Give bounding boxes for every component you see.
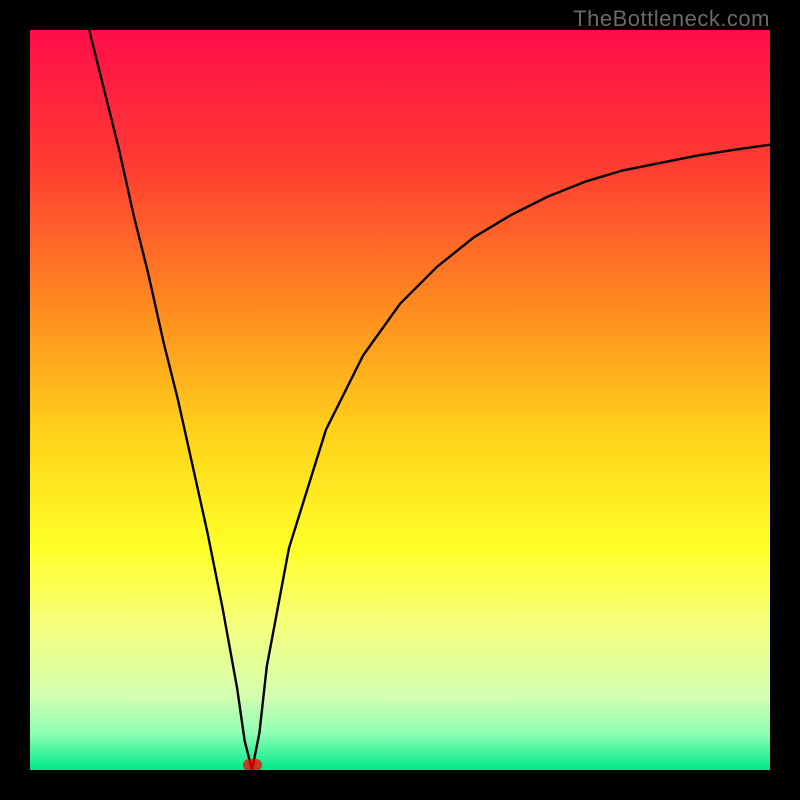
plot-area — [30, 30, 770, 770]
gradient-background — [30, 30, 770, 770]
watermark-text: TheBottleneck.com — [573, 6, 770, 32]
chart-frame: TheBottleneck.com — [0, 0, 800, 800]
min-marker — [243, 759, 262, 770]
